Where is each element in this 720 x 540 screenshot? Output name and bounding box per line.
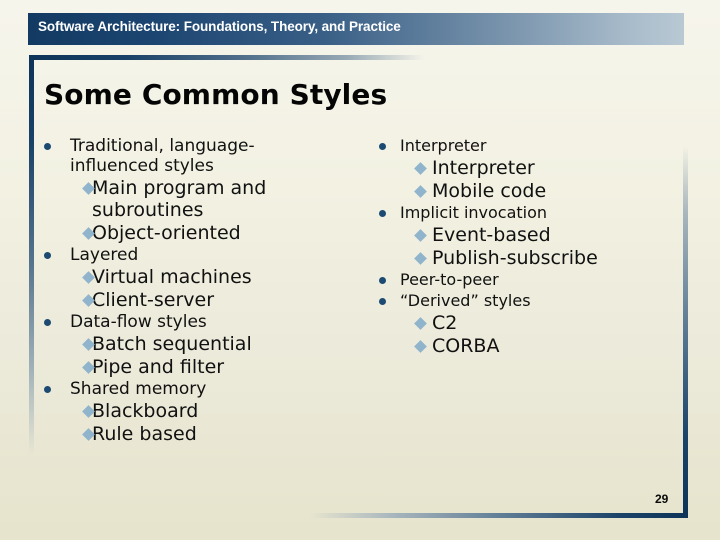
bullet-label: Virtual machines — [92, 266, 252, 288]
bullet-column-left: Traditional, language-influenced styles M… — [38, 136, 358, 446]
bullet-item-level1: “Derived” styles — [371, 291, 681, 311]
diamond-bullet-icon — [414, 229, 427, 242]
frame-bottom-border — [310, 513, 688, 518]
bullet-item-level2: Virtual machines — [38, 266, 358, 288]
bullet-label: “Derived” styles — [400, 291, 531, 310]
bullet-label: Interpreter — [400, 136, 487, 155]
filled-circle-bullet-icon — [44, 143, 51, 150]
bullet-item-level1: Implicit invocation — [371, 203, 681, 223]
diamond-bullet-icon — [414, 185, 427, 198]
bullet-item-level1: Shared memory — [38, 379, 358, 399]
bullet-item-level2: Pipe and filter — [38, 356, 358, 378]
diamond-bullet-icon — [414, 340, 427, 353]
bullet-label: Shared memory — [70, 379, 207, 399]
bullet-item-level2: Rule based — [38, 423, 358, 445]
filled-circle-bullet-icon — [44, 386, 51, 393]
bullet-label: Interpreter — [432, 157, 535, 179]
bullet-label: Rule based — [92, 423, 197, 445]
bullet-label: Mobile code — [432, 180, 547, 202]
diamond-bullet-icon — [414, 317, 427, 330]
bullet-item-level2: Batch sequential — [38, 333, 358, 355]
bullet-item-level2: Publish-subscribe — [371, 247, 681, 269]
filled-circle-bullet-icon — [379, 143, 386, 150]
bullet-item-level2: Blackboard — [38, 400, 358, 422]
bullet-item-level2: Event-based — [371, 224, 681, 246]
slide-canvas: Software Architecture: Foundations, Theo… — [0, 0, 720, 540]
filled-circle-bullet-icon — [44, 252, 51, 259]
bullet-label: Publish-subscribe — [432, 247, 598, 269]
header-banner: Software Architecture: Foundations, Theo… — [28, 13, 684, 45]
frame-top-border — [29, 55, 424, 60]
page-number: 29 — [655, 492, 669, 506]
bullet-label: Blackboard — [92, 400, 199, 422]
bullet-label: Data-flow styles — [70, 312, 207, 332]
bullet-label: Traditional, language-influenced styles — [70, 136, 255, 176]
bullet-item-level2: Client-server — [38, 289, 358, 311]
bullet-label: Main program and subroutines — [92, 177, 267, 221]
frame-right-border — [683, 146, 688, 518]
filled-circle-bullet-icon — [379, 210, 386, 217]
bullet-label: Pipe and filter — [92, 356, 225, 378]
bullet-label: Object-oriented — [92, 222, 241, 244]
bullet-item-level1: Peer-to-peer — [371, 270, 681, 290]
filled-circle-bullet-icon — [44, 319, 51, 326]
bullet-item-level1: Interpreter — [371, 136, 681, 156]
filled-circle-bullet-icon — [379, 277, 386, 284]
bullet-label: Peer-to-peer — [400, 270, 499, 289]
bullet-item-level1: Data-flow styles — [38, 312, 358, 332]
bullet-item-level1: Layered — [38, 245, 358, 265]
bullet-label: Implicit invocation — [400, 203, 548, 222]
bullet-item-level2: Object-oriented — [38, 222, 358, 244]
page-title: Some Common Styles — [44, 78, 388, 111]
bullet-label: Layered — [70, 245, 139, 265]
bullet-item-level2: C2 — [371, 312, 681, 334]
header-title: Software Architecture: Foundations, Theo… — [38, 19, 401, 34]
bullet-item-level2: CORBA — [371, 335, 681, 357]
bullet-item-level2: Mobile code — [371, 180, 681, 202]
bullet-label: Event-based — [432, 224, 551, 246]
filled-circle-bullet-icon — [379, 298, 386, 305]
bullet-label: Client-server — [92, 289, 215, 311]
diamond-bullet-icon — [414, 252, 427, 265]
bullet-label: CORBA — [432, 335, 500, 357]
bullet-item-level2: Main program and subroutines — [38, 177, 358, 221]
bullet-column-right: Interpreter Interpreter Mobile code Implici… — [371, 136, 681, 358]
bullet-label: Batch sequential — [92, 333, 252, 355]
bullet-label: C2 — [432, 312, 458, 334]
frame-left-border — [29, 55, 34, 455]
diamond-bullet-icon — [414, 162, 427, 175]
bullet-item-level1: Traditional, language-influenced styles — [38, 136, 300, 176]
bullet-item-level2: Interpreter — [371, 157, 681, 179]
